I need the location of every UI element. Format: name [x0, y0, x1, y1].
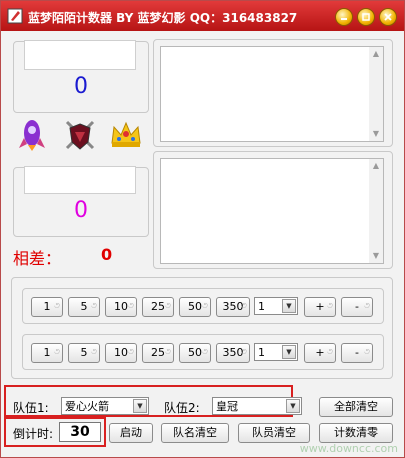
team2-plus-button[interactable]: +૭: [304, 343, 336, 363]
team1-members-group: ▲ ▼: [153, 39, 393, 147]
scroll-down-icon[interactable]: ▼: [369, 249, 383, 263]
team2-step-select[interactable]: 1 ▼: [254, 343, 298, 361]
close-button[interactable]: [379, 8, 397, 26]
team2-panel: 0: [13, 166, 149, 237]
rocket-icon[interactable]: [17, 118, 47, 152]
team1-counter-row: 1૭ 5૭ 10 ૭ 25 ૭ 50 ૭ 350 ૭ 1 ▼ +૭ -૭: [22, 288, 384, 324]
minimize-button[interactable]: [335, 8, 353, 26]
scroll-down-icon[interactable]: ▼: [369, 127, 383, 141]
team2-label: 队伍2:: [164, 401, 200, 415]
team1-label: 队伍1:: [13, 401, 49, 415]
team1-name-display: [24, 40, 136, 70]
scrollbar[interactable]: ▲ ▼: [369, 47, 383, 141]
scrollbar[interactable]: ▲ ▼: [369, 159, 383, 263]
team2-counter-row: 1૭ 5૭ 10 ૭ 25 ૭ 50 ૭ 350 ૭ 1 ▼ +૭ -૭: [22, 334, 384, 370]
team1-add-1-button[interactable]: 1૭: [31, 297, 63, 317]
team1-score: 0: [74, 74, 88, 99]
window-title: 蓝梦陌陌计数器 BY 蓝梦幻影 QQ：316483827: [28, 11, 298, 25]
chevron-down-icon[interactable]: ▼: [282, 299, 296, 313]
scroll-up-icon[interactable]: ▲: [369, 159, 383, 173]
team2-name-display: [24, 166, 136, 194]
reset-count-button[interactable]: 计数清零: [319, 423, 393, 443]
team2-add-25-button[interactable]: 25 ૭: [142, 343, 174, 363]
shield-swords-icon[interactable]: [63, 118, 97, 152]
team1-members-list[interactable]: ▲ ▼: [160, 46, 384, 142]
chevron-down-icon[interactable]: ▼: [286, 399, 300, 413]
difference-label: 相差：: [13, 249, 62, 268]
counters-group: 1૭ 5૭ 10 ૭ 25 ૭ 50 ૭ 350 ૭ 1 ▼ +૭ -૭ 1૭ 5૭ 10…: [11, 277, 393, 379]
timer-label: 倒计时:: [13, 427, 54, 441]
team2-members-list[interactable]: ▲ ▼: [160, 158, 384, 264]
scroll-up-icon[interactable]: ▲: [369, 47, 383, 61]
team2-add-350-button[interactable]: 350 ૭: [216, 343, 250, 363]
team2-add-5-button[interactable]: 5૭: [68, 343, 100, 363]
team1-panel: 0: [13, 40, 149, 113]
app-icon: [7, 8, 23, 24]
chevron-down-icon[interactable]: ▼: [133, 399, 147, 413]
team1-add-5-button[interactable]: 5૭: [68, 297, 100, 317]
watermark: www.downcc.com: [299, 442, 398, 455]
team1-add-350-button[interactable]: 350 ૭: [216, 297, 250, 317]
team2-score: 0: [74, 198, 88, 223]
difference-value: 0: [101, 245, 113, 264]
team1-minus-button[interactable]: -૭: [341, 297, 373, 317]
team2-add-50-button[interactable]: 50 ૭: [179, 343, 211, 363]
team2-add-1-button[interactable]: 1૭: [31, 343, 63, 363]
chevron-down-icon[interactable]: ▼: [282, 345, 296, 359]
title-bar[interactable]: 蓝梦陌陌计数器 BY 蓝梦幻影 QQ：316483827: [1, 1, 404, 31]
team1-add-50-button[interactable]: 50 ૭: [179, 297, 211, 317]
clear-all-button[interactable]: 全部清空: [319, 397, 393, 417]
team1-add-25-button[interactable]: 25 ૭: [142, 297, 174, 317]
team1-plus-button[interactable]: +૭: [304, 297, 336, 317]
team1-step-select[interactable]: 1 ▼: [254, 297, 298, 315]
maximize-button[interactable]: [357, 8, 375, 26]
team2-name-select[interactable]: 皇冠 ▼: [212, 397, 302, 415]
app-window: 蓝梦陌陌计数器 BY 蓝梦幻影 QQ：316483827 0 0 ▲ ▼ ▲ ▼…: [0, 0, 405, 458]
team1-name-select[interactable]: 爱心火箭 ▼: [61, 397, 149, 415]
timer-input[interactable]: 30: [59, 422, 101, 442]
team2-minus-button[interactable]: -૭: [341, 343, 373, 363]
team1-add-10-button[interactable]: 10 ૭: [105, 297, 137, 317]
clear-team-names-button[interactable]: 队名清空: [161, 423, 229, 443]
team2-add-10-button[interactable]: 10 ૭: [105, 343, 137, 363]
team2-members-group: ▲ ▼: [153, 151, 393, 269]
start-button[interactable]: 启动: [109, 423, 153, 443]
crown-icon[interactable]: [109, 119, 143, 149]
clear-members-button[interactable]: 队员清空: [238, 423, 310, 443]
